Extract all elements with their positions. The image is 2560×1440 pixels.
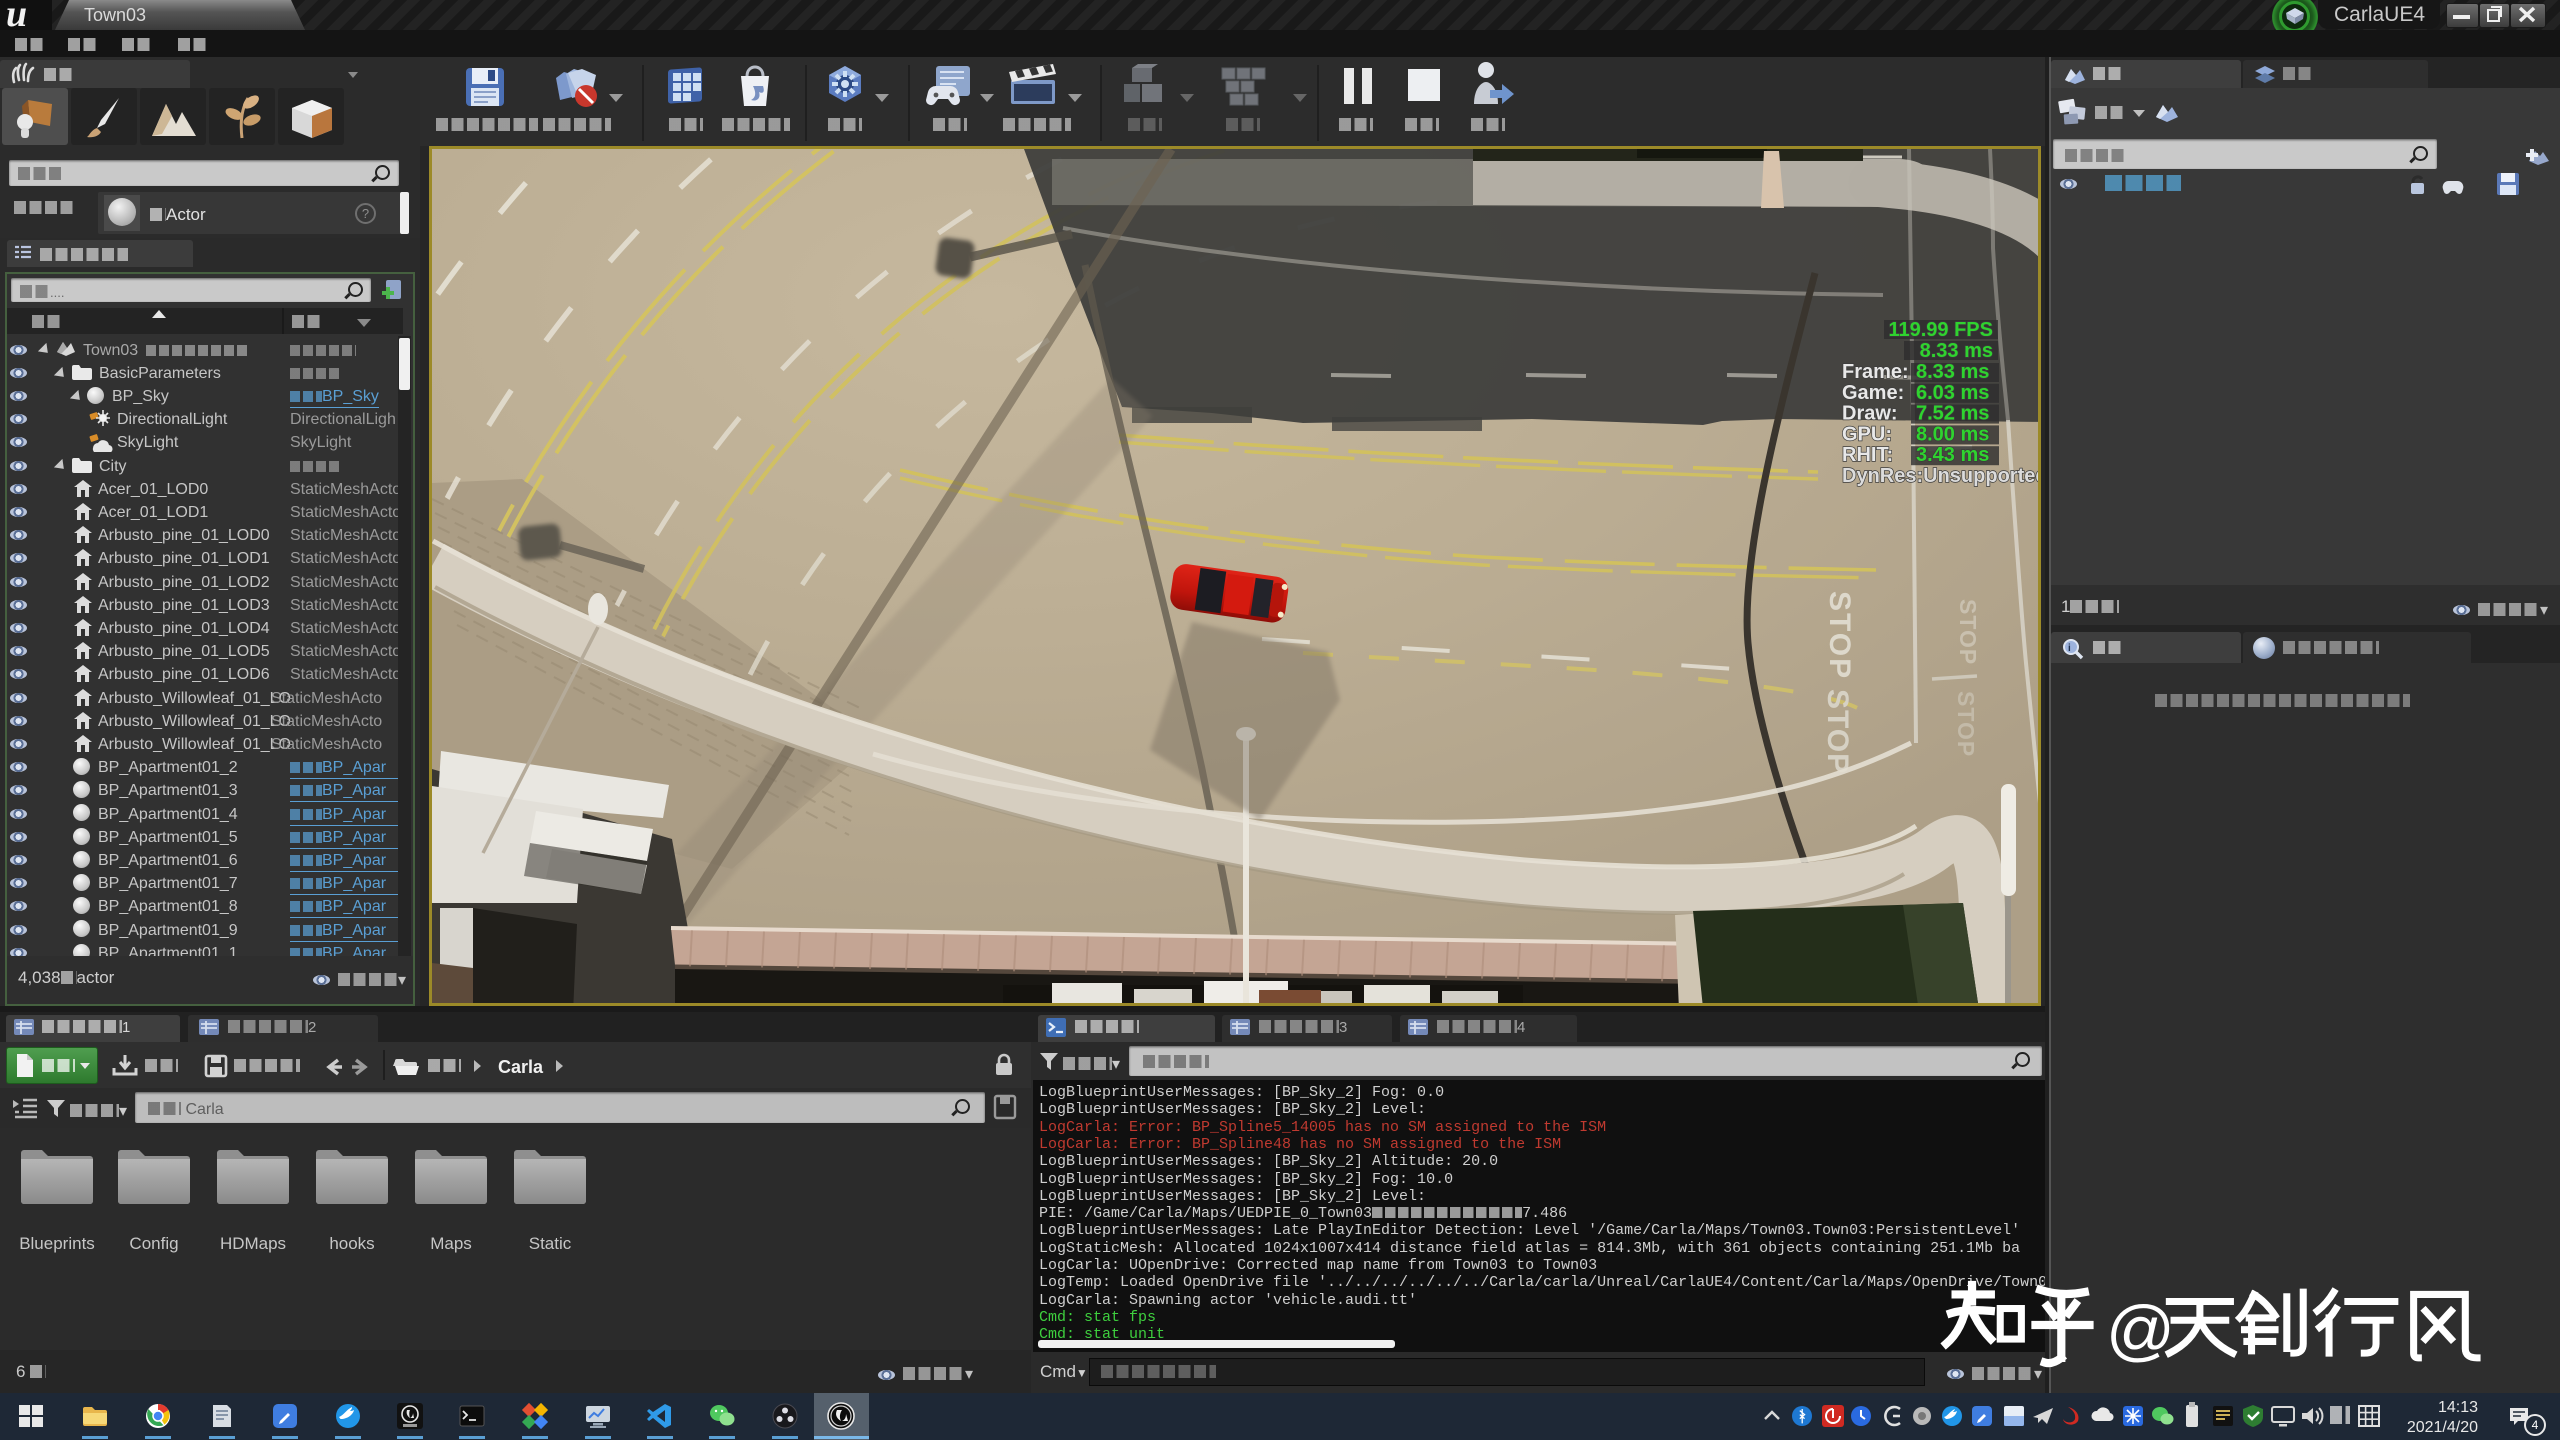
svg-text:6.03 ms: 6.03 ms [1916, 382, 1989, 404]
svg-text:GPU:: GPU: [1842, 423, 1892, 445]
svg-text:Game:: Game: [1842, 382, 1904, 404]
svg-text:i: i [2068, 643, 2071, 654]
svg-text:STOP: STOP [1823, 591, 1856, 680]
svg-text:8.33 ms: 8.33 ms [1920, 340, 1993, 362]
svg-text:8.00 ms: 8.00 ms [1916, 423, 1989, 445]
svg-text:STOP: STOP [1821, 689, 1854, 774]
svg-text:RHIT:: RHIT: [1842, 444, 1893, 466]
svg-text:@: @ [2106, 1292, 2175, 1368]
svg-text:DynRes:Unsupported: DynRes:Unsupported [1842, 465, 2041, 487]
svg-text:8.33 ms: 8.33 ms [1916, 361, 1989, 383]
svg-text:STOP: STOP [1953, 691, 1979, 757]
svg-text:119.99 FPS: 119.99 FPS [1888, 319, 1993, 341]
svg-text:3.43 ms: 3.43 ms [1916, 444, 1989, 466]
svg-text:Frame:: Frame: [1842, 361, 1909, 383]
svg-text:7.52 ms: 7.52 ms [1916, 403, 1989, 425]
svg-text:Draw:: Draw: [1842, 403, 1898, 425]
svg-text:STOP: STOP [1955, 599, 1981, 665]
